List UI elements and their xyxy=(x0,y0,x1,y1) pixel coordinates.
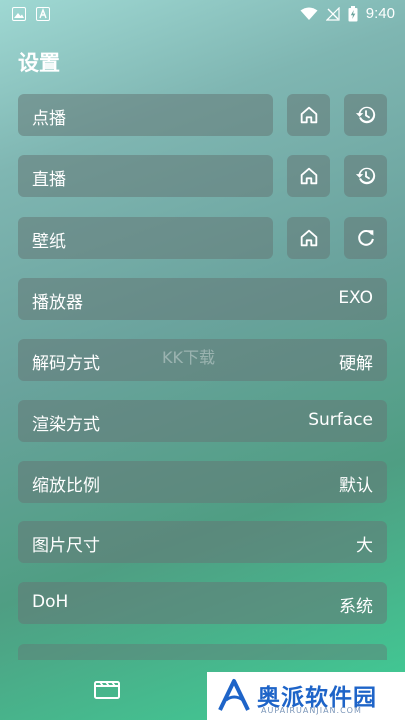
setting-value: 系统 xyxy=(339,597,373,617)
setting-label: 缩放比例 xyxy=(32,476,100,496)
vod-history-button[interactable] xyxy=(344,94,387,136)
setting-image-size[interactable]: 图片尺寸 大 xyxy=(18,521,387,563)
setting-wallpaper[interactable]: 壁纸 xyxy=(18,217,273,259)
setting-live[interactable]: 直播 xyxy=(18,155,273,197)
setting-value: 硬解 xyxy=(339,354,373,374)
wallpaper-refresh-button[interactable] xyxy=(344,217,387,259)
setting-label: DoH xyxy=(32,592,69,612)
setting-doh[interactable]: DoH 系统 xyxy=(18,582,387,624)
setting-render[interactable]: 渲染方式 Surface xyxy=(18,400,387,442)
wallpaper-home-button[interactable] xyxy=(287,217,330,259)
setting-vod[interactable]: 点播 xyxy=(18,94,273,136)
vod-home-button[interactable] xyxy=(287,94,330,136)
home-icon xyxy=(300,106,317,124)
page-title: 设置 xyxy=(18,51,60,75)
live-history-button[interactable] xyxy=(344,155,387,197)
setting-value: EXO xyxy=(338,288,373,308)
status-right: 9:40 xyxy=(300,5,395,22)
setting-label: 壁纸 xyxy=(32,232,66,252)
setting-label: 解码方式 xyxy=(32,354,100,374)
watermark-text: KK下载 xyxy=(162,348,215,367)
battery-charging-icon xyxy=(348,5,358,21)
setting-label: 渲染方式 xyxy=(32,415,100,435)
status-time: 9:40 xyxy=(365,5,395,22)
refresh-icon xyxy=(357,230,374,246)
setting-label: 点播 xyxy=(32,109,66,129)
brand-watermark: 奥派软件园 AUPAIRUANJIAN.COM xyxy=(207,672,405,720)
wifi-icon xyxy=(300,7,318,20)
setting-label: 图片尺寸 xyxy=(32,536,100,556)
live-home-button[interactable] xyxy=(287,155,330,197)
status-left xyxy=(12,7,50,21)
setting-partial-row[interactable] xyxy=(18,644,387,660)
setting-label: 直播 xyxy=(32,170,66,190)
font-icon xyxy=(36,7,50,21)
setting-scale[interactable]: 缩放比例 默认 xyxy=(18,461,387,503)
setting-value: 默认 xyxy=(339,476,373,496)
image-icon xyxy=(12,7,26,21)
home-icon xyxy=(300,167,317,185)
setting-label: 播放器 xyxy=(32,293,83,313)
brand-logo-icon xyxy=(218,679,250,711)
film-icon[interactable] xyxy=(94,678,120,700)
history-icon xyxy=(355,106,375,124)
home-icon xyxy=(300,229,317,247)
brand-url: AUPAIRUANJIAN.COM xyxy=(261,706,362,715)
no-signal-icon xyxy=(325,6,340,21)
status-bar: 9:40 xyxy=(0,0,405,28)
setting-player[interactable]: 播放器 EXO xyxy=(18,278,387,320)
setting-value: 大 xyxy=(356,536,373,556)
watermark-logo: KK下载 xyxy=(162,348,215,367)
history-icon xyxy=(355,167,375,185)
setting-value: Surface xyxy=(308,410,373,430)
